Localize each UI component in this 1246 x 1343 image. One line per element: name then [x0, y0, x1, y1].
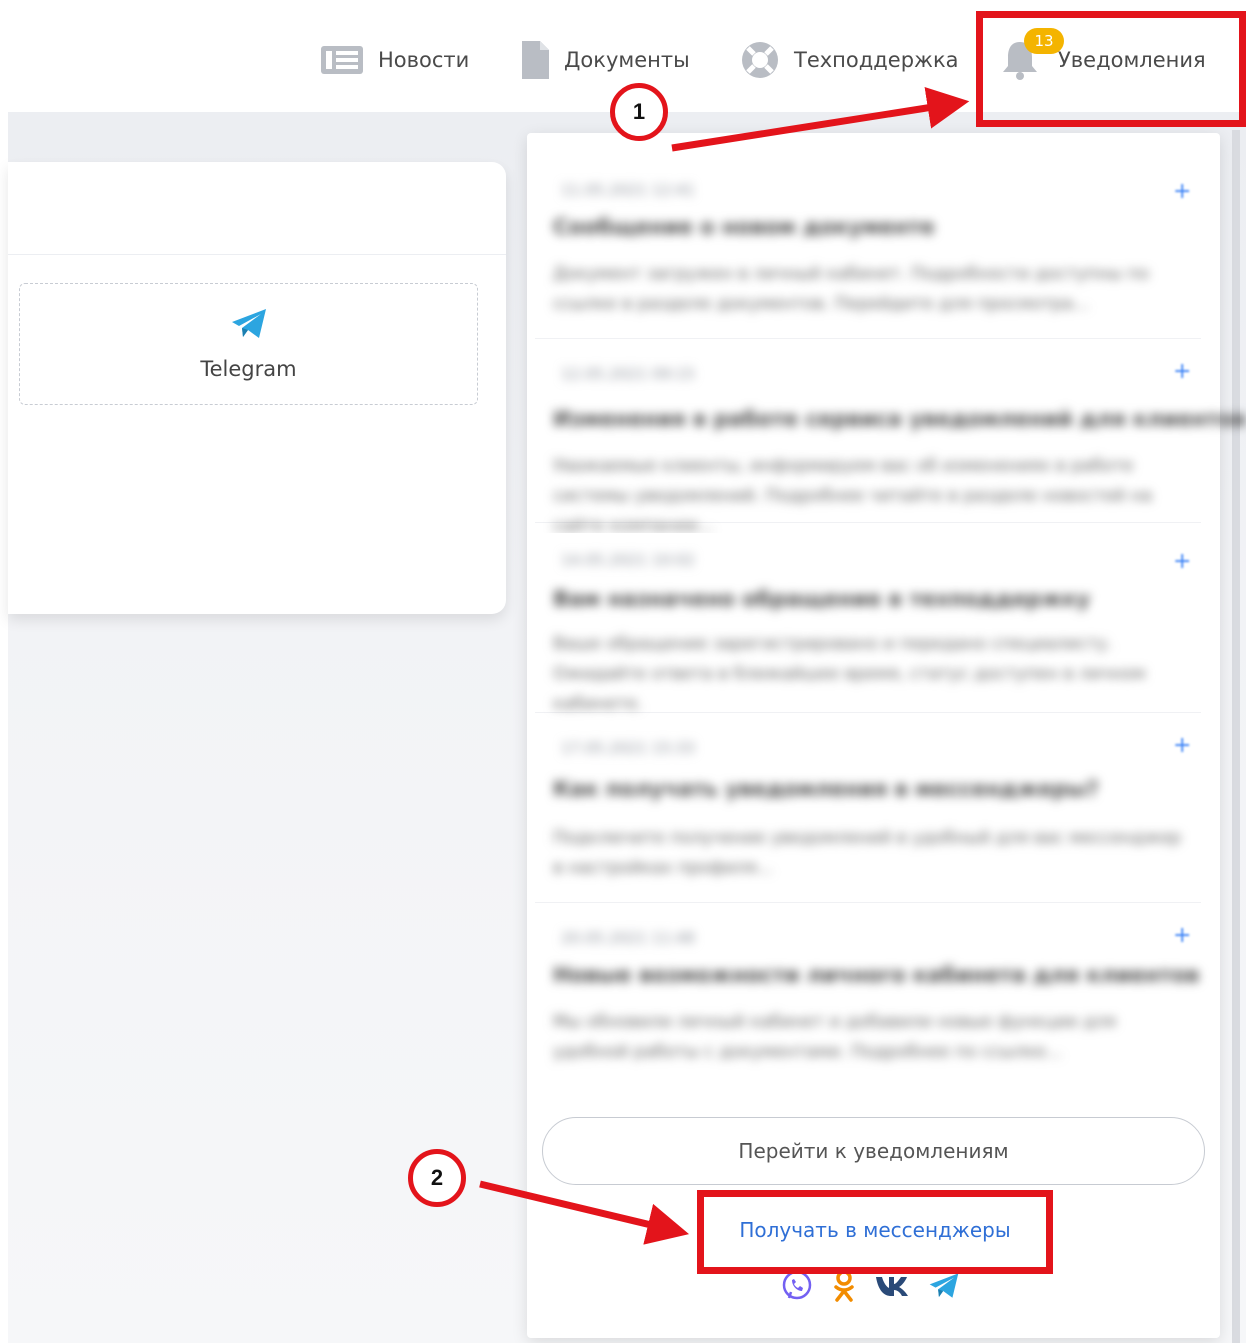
annotation-step-1: 1 [610, 83, 668, 141]
annotation-arrows [479, 87, 970, 1245]
annotation-step-2: 2 [408, 1149, 466, 1207]
